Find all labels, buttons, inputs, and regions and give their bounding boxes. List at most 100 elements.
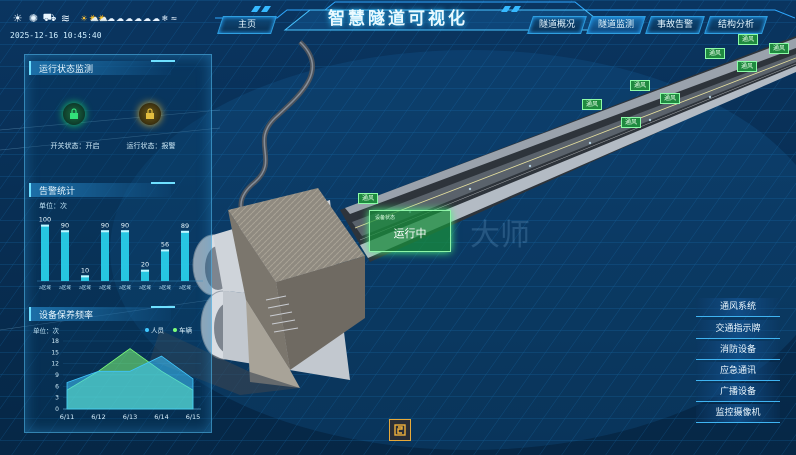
bar	[101, 230, 109, 281]
bar-value-label: 90	[101, 221, 109, 229]
x-tick-label: 6/14	[154, 413, 169, 421]
y-tick-label: 12	[51, 361, 59, 368]
x-tick-label: 6/15	[186, 413, 201, 421]
bar-category-label: a区域	[79, 284, 91, 291]
ventilation-sign[interactable]: 通风	[358, 193, 379, 204]
sun-cloud-icon: ⛅	[98, 14, 108, 23]
section-title: 告警统计	[39, 187, 76, 197]
ventilation-sign[interactable]: 通风	[582, 99, 603, 110]
bar-cap	[121, 230, 129, 233]
logo-button[interactable]	[389, 419, 411, 441]
menu-fire-equipment[interactable]: 消防设备	[696, 341, 780, 360]
datetime: 2025-12-16 10:45:40	[10, 31, 102, 40]
nav-label: 事故告警	[656, 20, 693, 30]
ventilation-sign[interactable]: 通风	[769, 43, 790, 54]
bar-value-label: 90	[121, 221, 129, 229]
bar-value-label: 100	[39, 216, 51, 224]
section-header-alarm-stats: 告警统计	[29, 182, 175, 197]
y-tick-label: 6	[55, 383, 59, 390]
maintenance-area-chart: 单位：次 人员 车辆 0 3 6 9 12 15 18 6/11 6/12 6/13 6/14 6/15	[33, 327, 201, 421]
rain-cloud-icon: ☁	[143, 14, 151, 23]
bar-cap	[41, 224, 49, 227]
nav-structure-analysis[interactable]: 结构分析	[704, 16, 768, 34]
menu-emergency-comm[interactable]: 应急通讯	[696, 362, 780, 381]
bar-cap	[161, 249, 169, 252]
y-tick-label: 15	[51, 349, 59, 356]
bar-value-label: 89	[181, 222, 189, 230]
home-label: 主页	[237, 20, 256, 30]
bar-value-label: 56	[161, 240, 169, 248]
ventilation-sign[interactable]: 通风	[738, 34, 759, 45]
nav-label: 隧道概况	[538, 20, 575, 30]
bar-category-label: a区域	[99, 284, 111, 291]
weather-bar: ☀ ✺ ⛟ ≋ ☀ ⛅ ⛅ ☁ ☁ ☁ ☁ ☁ ☁ ❄ ≈	[10, 11, 178, 26]
bar-category-label: a区域	[59, 284, 71, 291]
bar-cap	[61, 230, 69, 233]
bar-category-label: a区域	[119, 284, 131, 291]
legend-marker	[145, 328, 149, 332]
bar-value-label: 20	[141, 261, 149, 269]
ventilation-sign[interactable]: 通风	[621, 117, 642, 128]
home-button[interactable]: 主页	[217, 16, 277, 34]
device-status-box[interactable]: 设备状态 运行中	[369, 210, 451, 252]
bar	[61, 230, 69, 281]
cloud-icon: ☁	[116, 14, 124, 23]
bar-category-label: a区域	[139, 284, 151, 291]
legend-marker	[173, 328, 177, 332]
bar	[121, 230, 129, 281]
page-title: 智慧隧道可视化	[328, 9, 468, 29]
y-tick-label: 0	[55, 406, 59, 413]
sun-icon: ☀	[80, 14, 88, 23]
run-status-label: 运行状态：报警	[126, 142, 176, 150]
wind-icon: ≈	[170, 14, 178, 23]
bar	[161, 249, 169, 281]
y-tick-label: 18	[51, 338, 59, 345]
switch-status-label: 开关状态：开启	[50, 142, 100, 150]
device-status-value: 运行中	[393, 227, 427, 240]
y-tick-label: 9	[55, 372, 59, 379]
rain-cloud-icon: ☁	[134, 14, 142, 23]
alarm-bar-chart: 100 a区域 90 a区域 10 a区域 90 a区域 90 a区域 20 a区域 56 a区域 89 a区…	[37, 216, 203, 291]
legend-label: 人员	[151, 327, 165, 335]
section-title: 设备保养频率	[39, 311, 94, 321]
bar-category-label: a区域	[159, 284, 171, 291]
bar	[181, 230, 189, 281]
bar-cap	[101, 230, 109, 233]
car-icon: ⛟	[42, 11, 57, 24]
nav-tunnel-monitoring[interactable]: 隧道监测	[586, 16, 646, 34]
watermark-text: 大师	[470, 218, 530, 253]
bar-category-label: a区域	[179, 284, 191, 291]
device-status-caption: 设备状态	[375, 215, 396, 221]
bar-cap	[141, 269, 149, 272]
switch-lock-icon	[63, 103, 85, 125]
sun-cloud-icon: ⛅	[89, 14, 99, 23]
wind-icon: ≋	[60, 12, 71, 25]
bar-value-label: 10	[81, 266, 89, 274]
nav-incident-alarm[interactable]: 事故告警	[645, 16, 705, 34]
rain-cloud-icon: ☁	[125, 14, 133, 23]
maintenance-unit-label: 单位：次	[33, 327, 60, 335]
alarm-lock-icon	[139, 103, 161, 125]
menu-traffic-signs[interactable]: 交通指示牌	[696, 320, 780, 339]
x-tick-label: 6/11	[60, 413, 75, 421]
ventilation-sign[interactable]: 通风	[705, 48, 726, 59]
menu-ventilation-system[interactable]: 通风系统	[696, 298, 780, 317]
bar-cap	[181, 230, 189, 233]
ventilation-sign[interactable]: 通风	[630, 80, 651, 91]
logo-icon	[394, 424, 406, 436]
left-panel: 运行状态监测 开关状态：开启 运行状态：报警 告警统计 单位：次 100 a区域 9…	[24, 54, 212, 433]
menu-broadcast-equipment[interactable]: 广播设备	[696, 383, 780, 402]
nav-tunnel-overview[interactable]: 隧道概况	[527, 16, 587, 34]
sun-icon: ☀	[12, 12, 23, 25]
menu-surveillance-camera[interactable]: 监控摄像机	[696, 404, 780, 423]
ventilation-sign[interactable]: 通风	[737, 61, 758, 72]
section-header-run-status: 运行状态监测	[29, 60, 175, 75]
cloud-icon: ☁	[107, 14, 115, 23]
nav-label: 结构分析	[717, 20, 754, 30]
bar-cap	[81, 275, 89, 278]
snow-cloud-icon: ☁	[152, 14, 160, 23]
ventilation-sign[interactable]: 通风	[660, 93, 681, 104]
x-tick-label: 6/13	[123, 413, 138, 421]
section-title: 运行状态监测	[39, 65, 94, 75]
nav-label: 隧道监测	[597, 20, 634, 30]
